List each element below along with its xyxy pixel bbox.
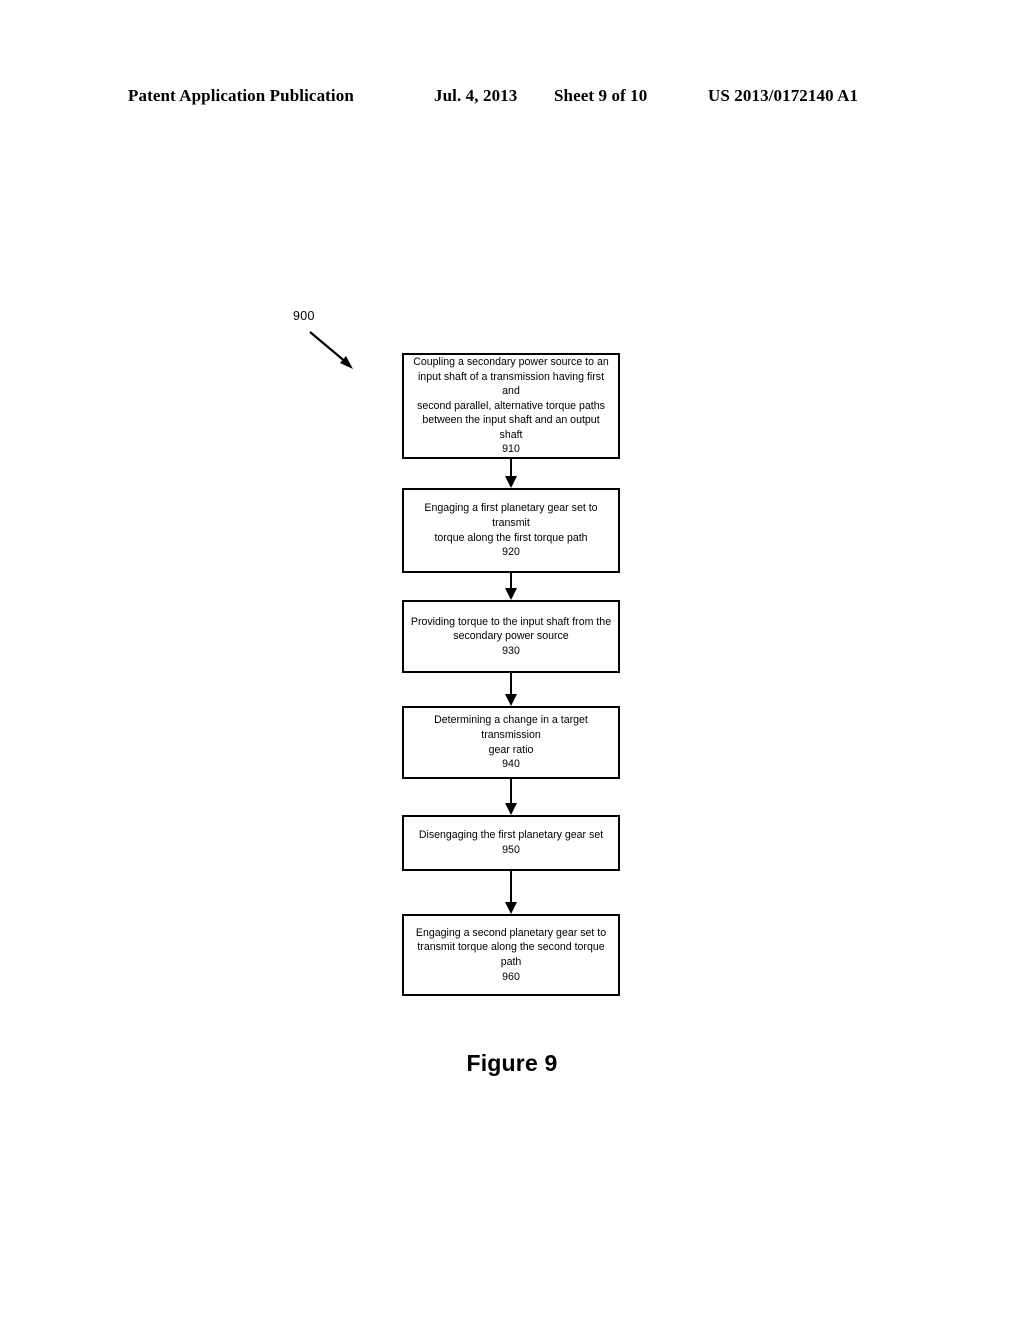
leader-arrow-icon bbox=[309, 331, 353, 369]
flow-step-920: Engaging a first planetary gear set to t… bbox=[402, 488, 620, 573]
flow-step-950: Disengaging the first planetary gear set… bbox=[402, 815, 620, 871]
page-header: Patent Application Publication Jul. 4, 2… bbox=[0, 86, 1024, 112]
connector-920-to-930 bbox=[505, 573, 517, 600]
flow-step-920-text: Engaging a first planetary gear set to t… bbox=[424, 502, 598, 559]
header-date-label: Jul. 4, 2013 bbox=[434, 86, 518, 105]
figure-caption: Figure 9 bbox=[466, 1050, 558, 1076]
flow-step-960: Engaging a second planetary gear set to … bbox=[402, 914, 620, 996]
flow-step-950-text: Disengaging the first planetary gear set… bbox=[418, 829, 604, 856]
header-patent-number: US 2013/0172140 A1 bbox=[708, 86, 859, 105]
flow-step-930-text: Providing torque to the input shaft from… bbox=[410, 615, 612, 657]
flow-step-960-text: Engaging a second planetary gear set to … bbox=[415, 926, 607, 983]
header-sheet-label: Sheet 9 of 10 bbox=[554, 86, 648, 105]
connector-930-to-940 bbox=[505, 673, 517, 706]
flow-step-910: Coupling a secondary power source to an … bbox=[402, 353, 620, 459]
flow-step-930: Providing torque to the input shaft from… bbox=[402, 600, 620, 673]
flow-step-910-text: Coupling a secondary power source to an … bbox=[413, 355, 609, 456]
figure-reference-number: 900 bbox=[293, 309, 315, 323]
flow-step-940: Determining a change in a target transmi… bbox=[402, 706, 620, 779]
connector-950-to-960 bbox=[505, 871, 517, 914]
connector-940-to-950 bbox=[505, 779, 517, 815]
flow-step-940-text: Determining a change in a target transmi… bbox=[434, 714, 588, 771]
connector-910-to-920 bbox=[505, 459, 517, 488]
header-publication-label: Patent Application Publication bbox=[128, 86, 354, 105]
